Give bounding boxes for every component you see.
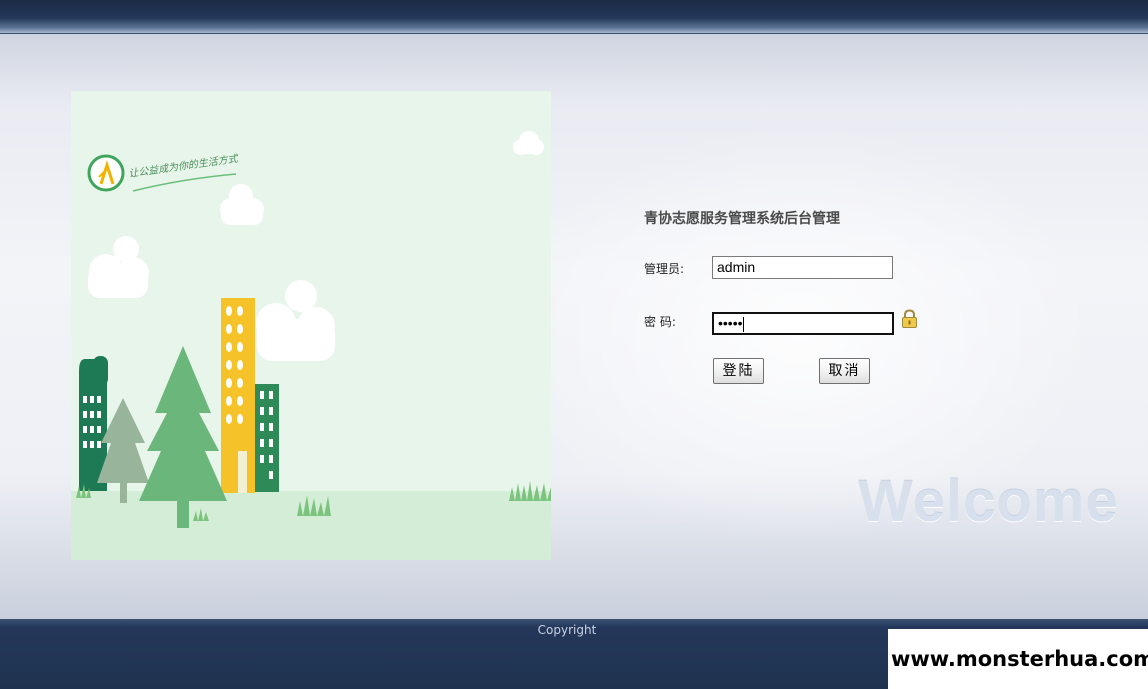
top-header-bar [0, 0, 1148, 34]
building-icon [255, 384, 279, 492]
admin-label: 管理员: [644, 262, 685, 276]
lock-icon [901, 309, 918, 328]
watermark-text: www.monsterhua.com [888, 629, 1148, 689]
logo-badge-icon [87, 154, 125, 192]
ground [71, 491, 551, 560]
login-title: 青协志愿服务管理系统后台管理 [644, 211, 840, 227]
cloud-icon [256, 280, 335, 361]
tree-icon [139, 346, 227, 528]
building-icon [221, 298, 255, 493]
password-masked-value: ••••• [718, 315, 743, 331]
cancel-button[interactable]: 取消 [819, 358, 870, 384]
text-caret [742, 316, 744, 332]
login-button[interactable]: 登陆 [713, 358, 764, 384]
password-label: 密 码: [644, 315, 676, 329]
welcome-decor-text: Welcome [858, 469, 1119, 534]
login-illustration: 让公益成为你的生活方式 [71, 91, 551, 560]
cloud-icon [513, 131, 544, 155]
admin-username-input[interactable]: admin [712, 256, 893, 279]
cloud-icon [220, 184, 264, 225]
cloud-icon [88, 236, 149, 298]
password-input[interactable]: ••••• [712, 312, 894, 335]
